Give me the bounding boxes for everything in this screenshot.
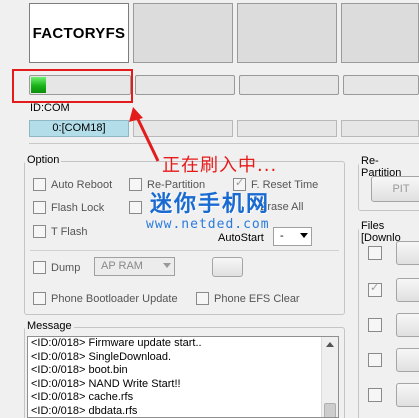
com-port-1: 0:[COM18]: [29, 120, 129, 137]
file-row-checkbox[interactable]: [368, 281, 382, 297]
file-select-button[interactable]: [396, 348, 419, 372]
file-row-checkbox[interactable]: [368, 353, 382, 367]
file-row-checkbox[interactable]: [368, 318, 382, 332]
t-flash-label: T Flash: [51, 225, 88, 238]
t-flash-checkbox[interactable]: T Flash: [33, 225, 87, 238]
unnamed-option-checkbox[interactable]: [129, 201, 147, 214]
file-select-button[interactable]: [396, 278, 419, 302]
phone-efs-clear-label: Phone EFS Clear: [214, 292, 300, 305]
divider: [29, 143, 419, 144]
message-log[interactable]: <ID:0/018> Firmware update start.. <ID:0…: [27, 336, 339, 418]
checkbox-box: [33, 225, 46, 238]
dump-type-value: AP RAM: [101, 260, 143, 272]
checkbox-box: [33, 292, 46, 305]
phone-bootloader-update-checkbox[interactable]: Phone Bootloader Update: [33, 292, 178, 305]
com-port-2: [133, 120, 233, 137]
file-select-button[interactable]: [396, 241, 419, 265]
phone-bootloader-update-label: Phone Bootloader Update: [51, 292, 178, 305]
auto-reboot-checkbox[interactable]: Auto Reboot: [33, 178, 112, 191]
file-row-checkbox[interactable]: [368, 388, 382, 402]
chevron-down-icon: [163, 263, 171, 268]
highlight-rectangle: [12, 69, 133, 103]
com-port-3: [237, 120, 337, 137]
checkbox-box: [33, 201, 46, 214]
autostart-value: -: [280, 230, 284, 242]
scroll-up-icon[interactable]: [326, 342, 334, 347]
flash-lock-label: Flash Lock: [51, 201, 105, 214]
id-com-label: ID:COM: [30, 102, 70, 114]
dump-label: Dump: [51, 261, 81, 274]
annotation-text: 正在刷入中...: [162, 155, 278, 176]
message-line: <ID:0/018> cache.rfs: [31, 391, 134, 404]
file-row-checkbox[interactable]: [368, 246, 382, 260]
port-slot-2: [133, 3, 233, 63]
message-line: <ID:0/018> boot.bin: [31, 364, 128, 377]
watermark-site-name: 迷你手机网: [150, 192, 271, 217]
port-slot-1: FACTORYFS: [29, 3, 129, 63]
file-select-button[interactable]: [396, 383, 419, 407]
autostart-label: AutoStart: [218, 232, 264, 244]
dump-type-select[interactable]: AP RAM: [94, 257, 175, 276]
checkbox-box: [129, 178, 142, 191]
dump-checkbox[interactable]: Dump: [33, 261, 80, 274]
auto-reboot-label: Auto Reboot: [51, 178, 113, 191]
autostart-select[interactable]: -: [273, 227, 312, 246]
checkbox-box: [33, 178, 46, 191]
chevron-down-icon: [300, 233, 308, 238]
port-slot-title: FACTORYFS: [32, 25, 126, 42]
watermark-url: www.netded.com: [146, 217, 270, 232]
progress-bar-4: [343, 75, 419, 95]
message-group-title: Message: [25, 320, 74, 332]
message-line: <ID:0/018> dbdata.rfs: [31, 404, 138, 417]
com-port-4: [341, 120, 419, 137]
file-select-button[interactable]: [396, 313, 419, 337]
checkbox-box: [129, 201, 142, 214]
pit-button[interactable]: PIT: [371, 176, 419, 202]
message-line: <ID:0/018> Firmware update start..: [31, 337, 202, 349]
flash-lock-checkbox[interactable]: Flash Lock: [33, 201, 104, 214]
port-slot-3: [237, 3, 337, 63]
port-slot-4: [341, 3, 419, 63]
scroll-thumb[interactable]: [324, 403, 336, 417]
dump-button[interactable]: [212, 257, 243, 277]
pit-button-label: PIT: [392, 183, 410, 195]
checkbox-box: [33, 261, 46, 274]
message-scrollbar[interactable]: [321, 337, 338, 417]
message-line: <ID:0/018> SingleDownload.: [31, 350, 172, 363]
message-line: <ID:0/018> NAND Write Start!!: [31, 377, 181, 390]
phone-efs-clear-checkbox[interactable]: Phone EFS Clear: [196, 292, 300, 305]
progress-bar-2: [135, 75, 235, 95]
progress-bar-3: [239, 75, 339, 95]
option-group-title: Option: [25, 154, 62, 166]
checkbox-box: [196, 292, 209, 305]
option-separator: [30, 250, 339, 251]
